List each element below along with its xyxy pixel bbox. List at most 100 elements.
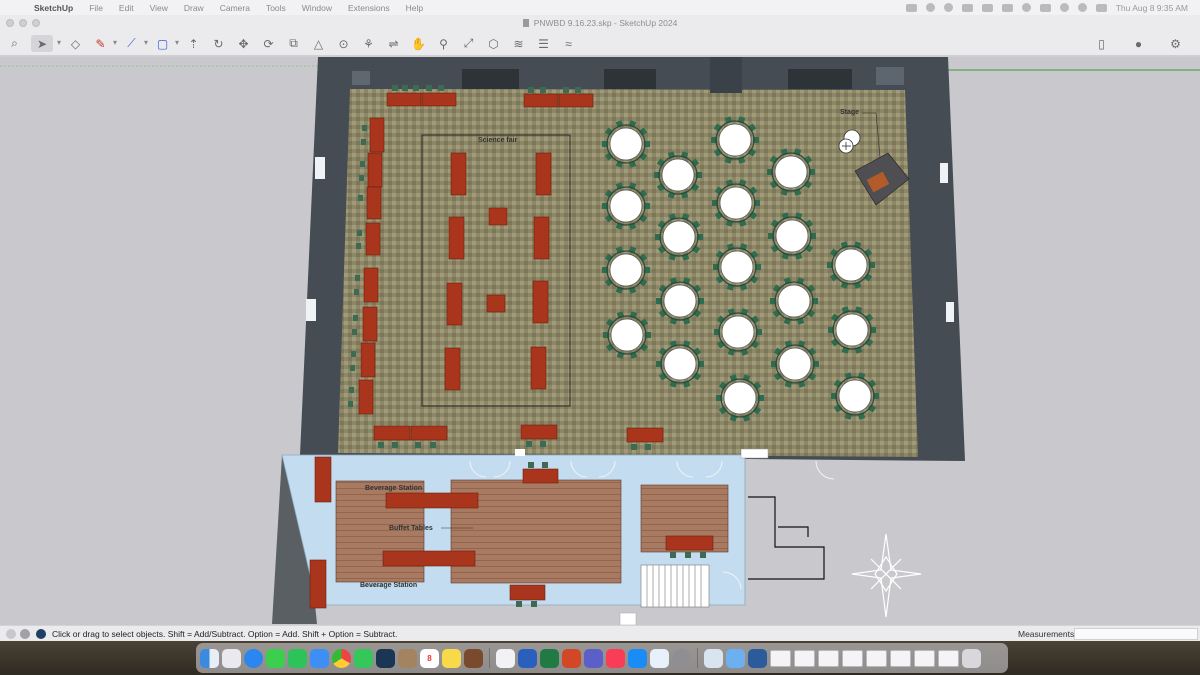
finder-icon[interactable]	[200, 648, 219, 668]
dock-separator	[697, 648, 698, 668]
beverage-station-label: Beverage Station	[365, 485, 423, 492]
materials-icon[interactable]: ≋	[510, 35, 527, 52]
preview-icon[interactable]	[704, 648, 723, 668]
app-store-icon[interactable]	[628, 648, 647, 668]
facetime-icon[interactable]	[288, 648, 307, 668]
menu-tools[interactable]: Tools	[266, 3, 286, 13]
menu-window[interactable]: Window	[302, 3, 332, 13]
messages-icon[interactable]	[266, 648, 285, 668]
menu-help[interactable]: Help	[406, 3, 423, 13]
window-thumbnail[interactable]	[866, 649, 887, 667]
menu-camera[interactable]: Camera	[220, 3, 250, 13]
eraser-icon[interactable]: ◇	[67, 35, 84, 52]
word-icon[interactable]	[518, 648, 537, 668]
powerpoint-icon[interactable]	[562, 648, 581, 668]
measurements-label: Measurements	[1018, 629, 1075, 639]
select-icon[interactable]: ➤	[31, 35, 61, 52]
home-icon[interactable]	[1001, 3, 1013, 12]
control-center-icon[interactable]	[1095, 3, 1107, 12]
status-hint: Click or drag to select objects. Shift =…	[52, 629, 398, 639]
components-icon[interactable]: ⬡	[485, 35, 502, 52]
window-thumbnail[interactable]	[890, 649, 911, 667]
window-thumbnail[interactable]	[794, 649, 815, 667]
line-icon[interactable]: ⟋	[123, 35, 148, 52]
beverage-station-label: Beverage Station	[360, 582, 418, 589]
window-title: PNWBD 9.16.23.skp - SketchUp 2024	[0, 18, 1200, 28]
screen-icon[interactable]	[981, 3, 993, 12]
spotlight-icon[interactable]	[1077, 3, 1087, 12]
dock-separator	[489, 648, 490, 668]
status-bar: Click or drag to select objects. Shift =…	[0, 625, 1200, 641]
chrome-icon[interactable]	[332, 648, 351, 668]
launchpad-icon[interactable]	[222, 648, 241, 668]
status-menu-area: Thu Aug 8 9:35 AM	[905, 0, 1188, 15]
zoom-extents-icon[interactable]: ⤢	[460, 35, 477, 52]
teams-icon[interactable]	[584, 648, 603, 668]
calendar-icon[interactable]: 8	[420, 648, 439, 668]
settings-icon[interactable]	[672, 648, 691, 668]
battery-icon[interactable]	[1039, 3, 1051, 12]
desktop-background: 8	[0, 641, 1200, 675]
scale-icon[interactable]: ⧉	[285, 35, 302, 52]
settings-icon[interactable]: ⚙	[1167, 35, 1184, 52]
clock[interactable]: Thu Aug 8 9:35 AM	[1116, 3, 1188, 13]
mail-icon[interactable]	[310, 648, 329, 668]
menu-view[interactable]: View	[150, 3, 168, 13]
facetime-video-icon[interactable]	[354, 648, 373, 668]
window-thumbnail[interactable]	[842, 649, 863, 667]
safari-icon[interactable]	[244, 648, 263, 668]
cloud-icon[interactable]	[905, 3, 917, 12]
layers-icon[interactable]: ☰	[535, 35, 552, 52]
menu-app-name[interactable]: SketchUp	[34, 3, 73, 13]
excel-icon[interactable]	[540, 648, 559, 668]
measurements-input[interactable]	[1074, 628, 1198, 640]
styles-icon[interactable]: ≈	[560, 35, 577, 52]
pencil-icon[interactable]: ✎	[92, 35, 117, 52]
drawing-viewport[interactable]: Science fair Stage Beverage Station Buff…	[0, 57, 1200, 625]
music-icon[interactable]	[606, 648, 625, 668]
paint-bucket-icon[interactable]: ⚘	[360, 35, 377, 52]
globe-icon[interactable]	[943, 3, 953, 12]
window-thumbnail[interactable]	[770, 649, 791, 667]
menu-file[interactable]: File	[89, 3, 103, 13]
contacts-icon[interactable]	[398, 648, 417, 668]
move-icon[interactable]: ✥	[235, 35, 252, 52]
search-icon[interactable]: ⌕	[6, 35, 23, 52]
menu-draw[interactable]: Draw	[184, 3, 204, 13]
game-icon[interactable]	[464, 648, 483, 668]
freeform-icon[interactable]	[496, 648, 515, 668]
pan-icon[interactable]: ✋	[410, 35, 427, 52]
rotate-icon[interactable]: ⟳	[260, 35, 277, 52]
geo-location-icon[interactable]	[6, 629, 16, 639]
rectangle-icon[interactable]: ▢	[154, 35, 179, 52]
tape-measure-icon[interactable]: △	[310, 35, 327, 52]
menu-bar: SketchUp File Edit View Draw Camera Tool…	[0, 0, 1200, 15]
info-icon[interactable]	[20, 629, 30, 639]
trash-icon[interactable]	[962, 648, 981, 668]
wifi-icon[interactable]	[1059, 3, 1069, 12]
account-icon[interactable]: ●	[1130, 35, 1147, 52]
science-fair-label: Science fair	[478, 137, 518, 144]
window-thumbnail[interactable]	[818, 649, 839, 667]
folder-icon[interactable]	[726, 648, 745, 668]
compass-star	[851, 533, 922, 618]
window-thumbnail[interactable]	[938, 649, 959, 667]
menu-edit[interactable]: Edit	[119, 3, 134, 13]
meta-icon[interactable]	[650, 648, 669, 668]
credit-icon[interactable]	[36, 629, 46, 639]
sketchup-icon[interactable]	[376, 648, 395, 668]
zoom-icon[interactable]: ⚲	[435, 35, 452, 52]
document-icon[interactable]: ▯	[1093, 35, 1110, 52]
vpn-icon[interactable]	[748, 648, 767, 668]
moon-icon[interactable]	[925, 3, 935, 12]
menu-extensions[interactable]: Extensions	[348, 3, 390, 13]
push-pull-icon[interactable]: ⇡	[185, 35, 202, 52]
window-thumbnail[interactable]	[914, 649, 935, 667]
record-icon[interactable]	[1021, 3, 1031, 12]
notes-icon[interactable]	[442, 648, 461, 668]
follow-me-icon[interactable]: ↻	[210, 35, 227, 52]
calendar-status-icon[interactable]	[961, 3, 973, 12]
orbit-icon[interactable]: ⇌	[385, 35, 402, 52]
toolbar: ⌕ ➤ ◇ ✎ ⟋ ▢ ⇡ ↻ ✥ ⟳ ⧉ △ ⊙ ⚘ ⇌ ✋ ⚲ ⤢ ⬡ ≋ …	[0, 32, 1200, 56]
text-icon[interactable]: ⊙	[335, 35, 352, 52]
